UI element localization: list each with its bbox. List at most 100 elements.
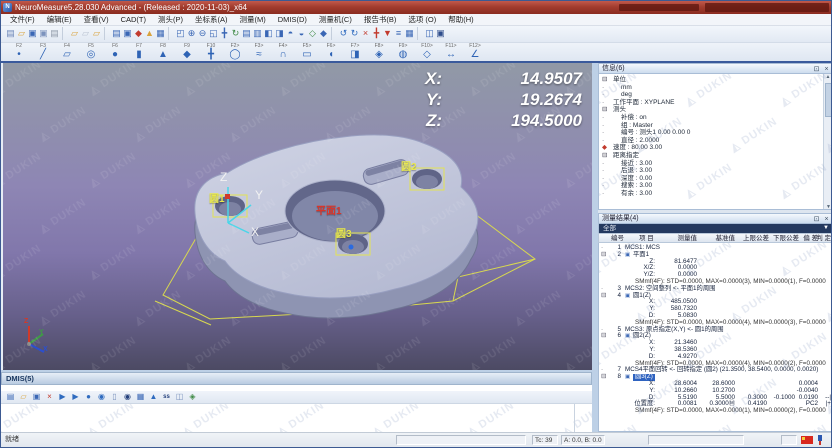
view-top-icon[interactable]: ◓: [285, 27, 296, 40]
title-bar[interactable]: N NeuroMeasure5.28.030 Advanced - (Relea…: [1, 1, 832, 14]
result-value-row[interactable]: X: 485.0500: [599, 299, 832, 306]
menu-item-10[interactable]: 选项 (O): [402, 14, 442, 25]
view-back-icon[interactable]: ▥: [252, 27, 263, 40]
measure-sphere-icon[interactable]: F6 ●: [103, 43, 127, 61]
info-tree-item[interactable]: ⊟ 测头: [599, 106, 832, 114]
probe-position-icon[interactable]: ▼: [382, 27, 393, 40]
info-tree-item[interactable]: · 后退 : 3.00: [599, 167, 832, 175]
import-icon[interactable]: ▱: [69, 27, 80, 40]
measure-plane-icon[interactable]: F4 ▱: [55, 43, 79, 61]
part-up-icon[interactable]: ▲: [144, 27, 155, 40]
info-tree-item[interactable]: · 编号 : 测头1 0.00 0.00 0: [599, 129, 832, 137]
export-icon[interactable]: ▱: [80, 27, 91, 40]
open-icon[interactable]: ▱: [16, 27, 27, 40]
view-front-icon[interactable]: ▤: [241, 27, 252, 40]
result-value-row[interactable]: X: 21.3460: [599, 340, 832, 347]
info-tree-item[interactable]: ⊟ 距离指定: [599, 152, 832, 160]
undo-icon[interactable]: ↺: [338, 27, 349, 40]
dmis-save-icon[interactable]: ▣: [30, 391, 43, 403]
info-tree-item[interactable]: · mm: [599, 84, 832, 92]
result-node-row[interactable]: ⊟ 6 ▣ 圆2(Z): [599, 333, 832, 340]
dmis-open-icon[interactable]: ▱: [17, 391, 30, 403]
feature-label-1[interactable]: 圆2: [401, 162, 417, 173]
measure-round-slot-icon[interactable]: F6> ◖: [319, 43, 343, 61]
measure-torus-icon[interactable]: F9> ◍: [391, 43, 415, 61]
dmis-compile-icon[interactable]: ▲: [147, 391, 160, 403]
view-right-icon[interactable]: ◨: [274, 27, 285, 40]
menu-item-7[interactable]: DMIS(D): [272, 14, 313, 25]
measure-coordinate-icon[interactable]: F10 ╋: [199, 43, 223, 61]
align-icon[interactable]: ≡: [393, 27, 404, 40]
info-panel-header[interactable]: 信息(6) ⊡ ×: [598, 63, 832, 74]
dmis-list-icon[interactable]: ▦: [134, 391, 147, 403]
zoom-window-icon[interactable]: ◱: [208, 27, 219, 40]
view-fit-icon[interactable]: ◰: [175, 27, 186, 40]
menu-item-3[interactable]: CAD(T): [115, 14, 152, 25]
rotate-view-icon[interactable]: ↻: [230, 27, 241, 40]
results-filter-combo[interactable]: 全部 ▼: [598, 224, 832, 233]
expand-icon[interactable]: ⊟: [601, 374, 606, 381]
expand-icon[interactable]: ⊟: [601, 333, 606, 340]
viewport-3d[interactable]: X: 14.9507 Y: 19.2674 Z: 194.5000 圆1圆2圆3…: [3, 63, 592, 370]
recent-icon[interactable]: ▱: [91, 27, 102, 40]
part-save-icon[interactable]: ▣: [122, 27, 133, 40]
view-iso-icon[interactable]: ◇: [307, 27, 318, 40]
menu-item-9[interactable]: 报告书(B): [358, 14, 403, 25]
view-bottom-icon[interactable]: ◒: [296, 27, 307, 40]
chevron-down-icon[interactable]: ▼: [823, 224, 829, 233]
menu-item-0[interactable]: 文件(F): [4, 14, 41, 25]
measure-circle-icon[interactable]: F5 ◎: [79, 43, 103, 61]
dmis-snapshot-icon[interactable]: ss: [160, 391, 173, 403]
column-header-2[interactable]: 测量值: [678, 235, 698, 243]
feature-label-2[interactable]: 圆3: [336, 229, 352, 240]
menu-item-4[interactable]: 测头(P): [152, 14, 189, 25]
collapse-icon[interactable]: ⊟: [602, 76, 612, 84]
measure-profile-icon[interactable]: F8> ◈: [367, 43, 391, 61]
dmis-close-icon[interactable]: ×: [43, 391, 56, 403]
result-value-row[interactable]: Y: 580.7320: [599, 306, 832, 313]
info-tree-item[interactable]: · 有余 : 3.00: [599, 190, 832, 198]
measure-point-icon[interactable]: F2 •: [7, 43, 31, 61]
part-info-icon[interactable]: ▦: [155, 27, 166, 40]
print-icon[interactable]: ▤: [49, 27, 60, 40]
dmis-run-single-icon[interactable]: ●: [82, 391, 95, 403]
dmis-teach-icon[interactable]: ▯: [108, 391, 121, 403]
info-tree-item[interactable]: · 搜索 : 3.00: [599, 182, 832, 190]
info-tree[interactable]: ⊟ 单位 · mm · deg · 工作平面 : XYPLANE ⊟ 测头 · …: [598, 74, 832, 210]
dmis-run-icon[interactable]: ▶: [56, 391, 69, 403]
dmis-window-icon[interactable]: ◫: [173, 391, 186, 403]
measure-distance-icon[interactable]: F11> ↔: [439, 43, 463, 61]
dmis-editor[interactable]: ◭ DUKIN◭ DUKIN◭ DUKIN◭ DUKIN◭ DUKIN◭ DUK…: [1, 404, 592, 432]
info-tree-item[interactable]: · deg: [599, 91, 832, 99]
dmis-run-from-icon[interactable]: ▶: [69, 391, 82, 403]
measure-curve-icon[interactable]: F3> ≈: [247, 43, 271, 61]
column-header-3[interactable]: 基准值: [716, 235, 736, 243]
menu-item-8[interactable]: 测量机(C): [313, 14, 358, 25]
column-header-1[interactable]: 项 目: [639, 235, 654, 243]
column-header-4[interactable]: 上限公差: [743, 235, 769, 243]
redo-icon[interactable]: ↻: [349, 27, 360, 40]
save-layout-icon[interactable]: ▣: [435, 27, 446, 40]
new-icon[interactable]: ▤: [5, 27, 16, 40]
info-tree-item[interactable]: · 接近 : 3.00: [599, 160, 832, 168]
shade-mode-icon[interactable]: ◆: [318, 27, 329, 40]
part-delete-icon[interactable]: ◆: [133, 27, 144, 40]
column-header-5[interactable]: 下限公差: [773, 235, 799, 243]
results-table[interactable]: · 1 MCS1: MCS ⊟ 2 ▣ 平面1 Z: 81.6477 X/Z: …: [598, 243, 832, 432]
menu-item-6[interactable]: 测量(M): [234, 14, 272, 25]
result-node-row[interactable]: ⊟ 4 ▣ 圆1(Z): [599, 293, 832, 300]
info-scrollbar[interactable]: ▲▼: [823, 74, 832, 210]
save-icon[interactable]: ▣: [27, 27, 38, 40]
windows-icon[interactable]: ◫: [424, 27, 435, 40]
dmis-stop-icon[interactable]: ◉: [95, 391, 108, 403]
collapse-icon[interactable]: ⊟: [602, 152, 612, 160]
results-panel-header[interactable]: 测量结果(4) ⊡ ×: [598, 213, 832, 224]
measure-cone-icon[interactable]: F8 ▲: [151, 43, 175, 61]
expand-icon[interactable]: ⊟: [601, 252, 606, 259]
result-value-row[interactable]: X/Z: 0.0000: [599, 265, 832, 272]
feature-label-0[interactable]: 圆1: [209, 194, 225, 205]
column-header-7[interactable]: 判 定: [816, 235, 831, 243]
measure-cylinder-icon[interactable]: F7 ▮: [127, 43, 151, 61]
grid-icon[interactable]: ▦: [404, 27, 415, 40]
result-value-row[interactable]: Z: 81.6477: [599, 259, 832, 266]
